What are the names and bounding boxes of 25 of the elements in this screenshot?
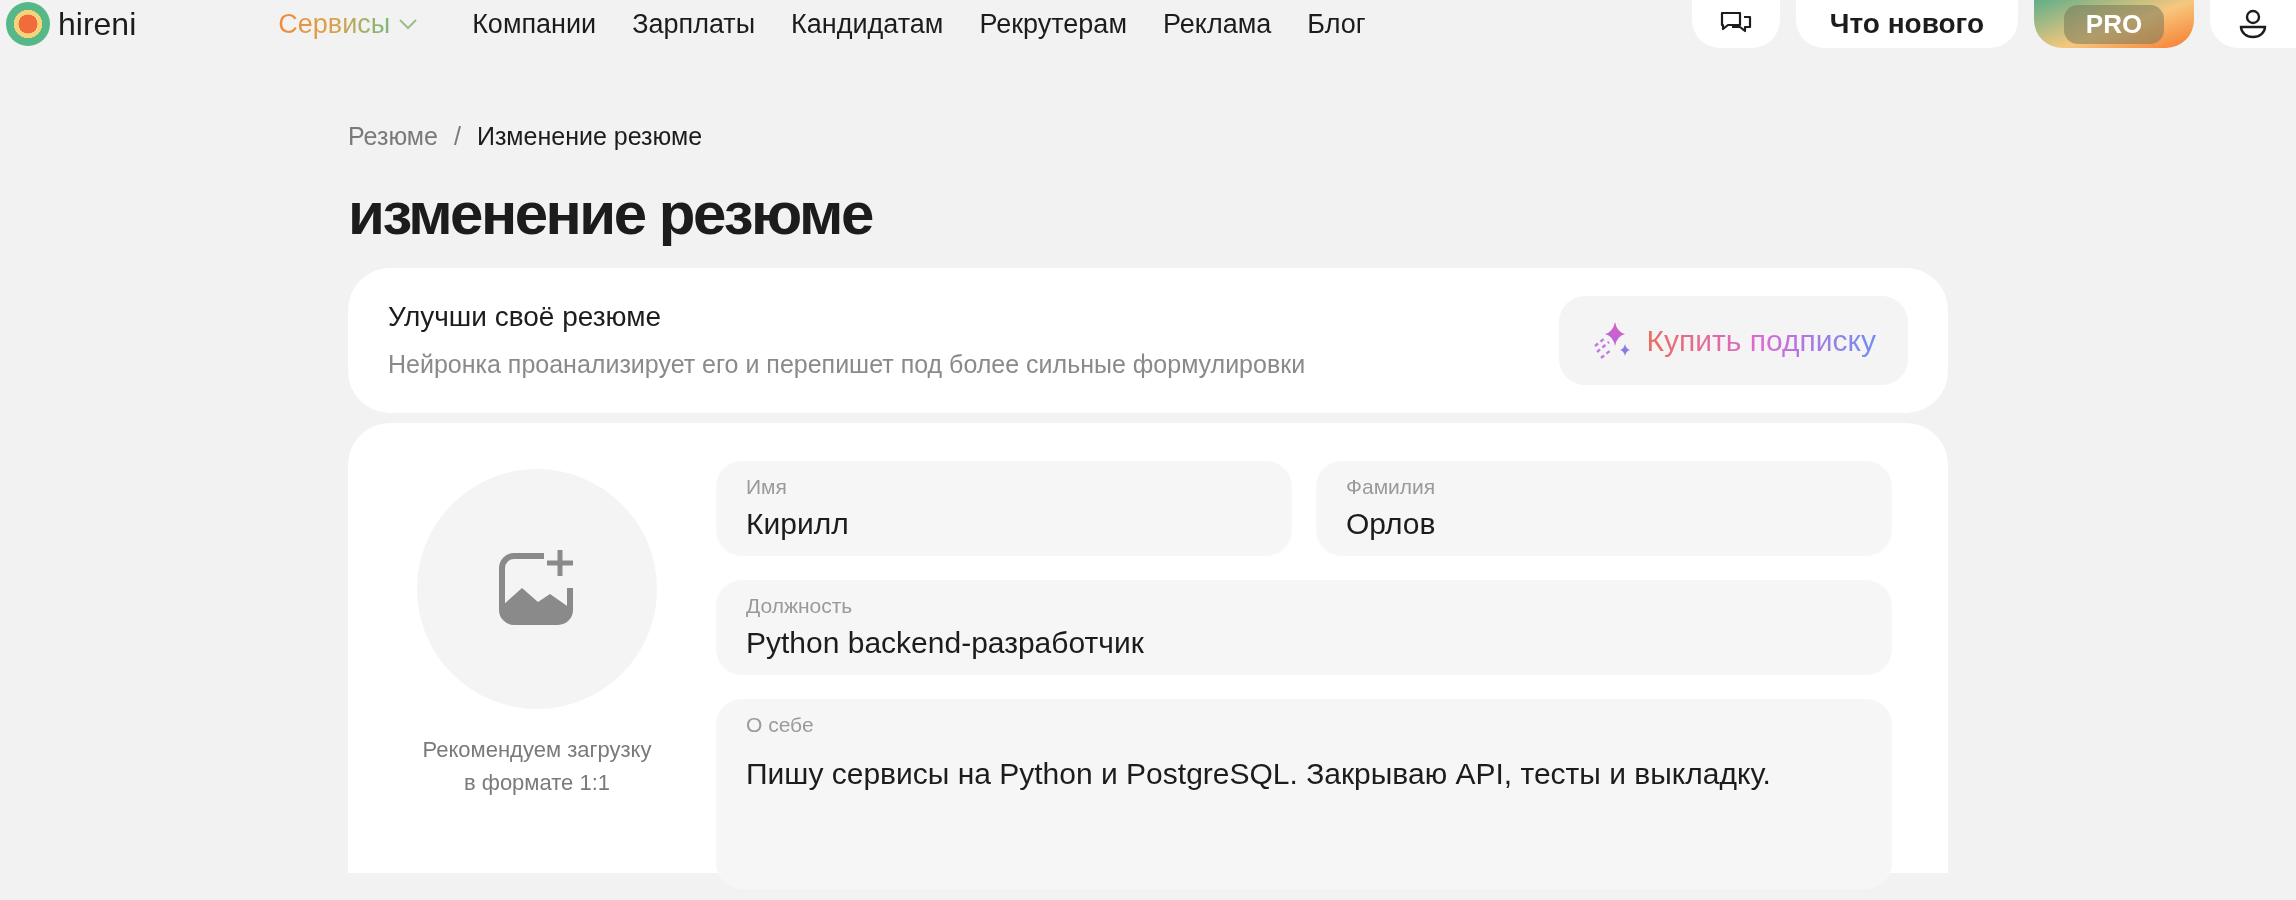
field-label: О себе <box>746 711 814 738</box>
nav-link[interactable]: Компании <box>472 3 597 45</box>
pro-label: PRO <box>2063 4 2165 44</box>
breadcrumb-link[interactable]: Резюме <box>348 118 438 156</box>
chat-button[interactable] <box>1691 0 1780 48</box>
page-title: изменение резюме <box>348 178 874 249</box>
whats-new-button[interactable]: Что нового <box>1795 0 2018 48</box>
nav-link[interactable]: Кандидатам <box>791 3 944 45</box>
nav-link[interactable]: Зарплаты <box>632 3 756 45</box>
logo-text[interactable]: hireni <box>58 0 137 48</box>
field-label: Должность <box>746 592 853 619</box>
profile-button[interactable] <box>2210 0 2296 48</box>
user-icon <box>2238 9 2268 39</box>
nav-link[interactable]: Рекрутерам <box>979 3 1127 45</box>
logo-icon <box>6 2 50 46</box>
field-label: Фамилия <box>1346 473 1436 500</box>
chevron-down-icon <box>398 18 419 30</box>
breadcrumb-separator: / <box>453 121 461 152</box>
photo-hint: Рекомендуем загрузку в формате 1:1 <box>421 735 653 797</box>
breadcrumb-current: Изменение резюме <box>476 121 703 152</box>
upgrade-description: Нейронка проанализирует его и перепишет под более сильные формулировки <box>388 349 1306 381</box>
nav-link[interactable]: Блог <box>1307 3 1366 45</box>
nav-link[interactable]: Реклама <box>1162 3 1272 45</box>
field-label: Имя <box>746 473 787 500</box>
upgrade-title: Улучши своё резюме <box>388 300 663 335</box>
